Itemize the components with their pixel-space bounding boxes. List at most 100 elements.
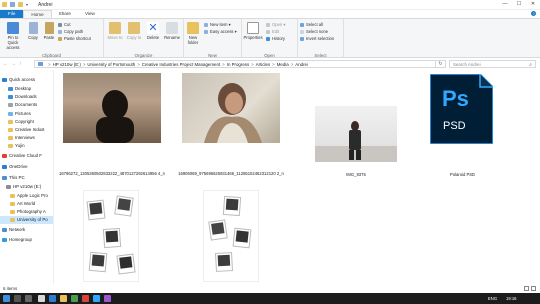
customize-toolbar-icon[interactable]: ▾	[26, 2, 31, 7]
file-thumbnail[interactable]	[63, 73, 161, 143]
breadcrumb-articles[interactable]: Articles	[256, 62, 270, 67]
new-item-button[interactable]: New item ▾	[204, 22, 231, 28]
folder-icon[interactable]	[2, 2, 7, 7]
select-none-button[interactable]: Select none	[300, 29, 328, 35]
sidebar-item[interactable]: Documents	[0, 101, 53, 109]
sidebar-item[interactable]: Apple Logic Pro	[0, 192, 53, 200]
file-explorer-icon[interactable]	[60, 295, 67, 302]
breadcrumb-media[interactable]: Media	[277, 62, 289, 67]
sidebar-item[interactable]: Creative Indust	[0, 126, 53, 134]
clock[interactable]: 19:16	[506, 293, 516, 304]
tab-home[interactable]: Home	[23, 10, 52, 18]
sidebar-item[interactable]: OneDrive	[0, 163, 53, 171]
app-icon[interactable]	[104, 295, 111, 302]
copy-to-button[interactable]: Copy to	[125, 22, 143, 40]
sidebar-item[interactable]: Photography A	[0, 208, 53, 216]
paste-shortcut-button[interactable]: Paste shortcut	[58, 36, 91, 42]
sidebar-item[interactable]: Quick access	[0, 76, 53, 84]
file-name[interactable]: Polaroid PSD	[415, 172, 510, 178]
sidebar-item[interactable]: University of Po	[0, 216, 53, 224]
new-folder-label: New folder	[187, 35, 199, 45]
rename-button[interactable]: Rename	[163, 22, 181, 40]
tab-share[interactable]: Share	[52, 10, 78, 18]
properties-button[interactable]: Properties	[242, 22, 264, 40]
new-item-icon	[204, 23, 208, 27]
address-bar[interactable]: > HP v210w (E:) > University of Portsmou…	[34, 60, 436, 68]
task-view-icon[interactable]	[25, 295, 32, 302]
history-button[interactable]: History	[266, 36, 285, 42]
sidebar-item[interactable]: Pictures	[0, 110, 53, 118]
file-name[interactable]: IMG_9375	[302, 172, 410, 178]
search-input[interactable]: Search Andrei ⌕	[449, 60, 536, 68]
sidebar-item[interactable]: Desktop	[0, 85, 53, 93]
large-icons-view-icon[interactable]	[531, 286, 536, 291]
copy-path-button[interactable]: Copy path	[58, 29, 83, 35]
open-icon	[266, 23, 270, 27]
breadcrumb-drive[interactable]: HP v210w (E:)	[53, 62, 81, 67]
details-view-icon[interactable]	[524, 286, 529, 291]
close-button[interactable]: ✕	[526, 0, 540, 9]
sidebar-item-label: Art World	[17, 201, 36, 206]
open-button[interactable]: Open ▾	[266, 22, 286, 28]
sidebar-item[interactable]: Copyright	[0, 118, 53, 126]
photoshop-file-icon[interactable]: Ps PSD	[429, 73, 494, 145]
minimize-button[interactable]: —	[498, 0, 512, 9]
select-all-button[interactable]: Select all	[300, 22, 323, 28]
breadcrumb-in-progress[interactable]: In Progress	[227, 62, 249, 67]
sidebar-item-label: Network	[9, 227, 26, 232]
folder-icon	[8, 128, 13, 132]
sidebar-item[interactable]: Creative Cloud F	[0, 152, 53, 160]
invert-selection-button[interactable]: Invert selection	[300, 36, 334, 42]
file-thumbnail[interactable]	[83, 190, 139, 282]
sidebar-item[interactable]: This PC	[0, 174, 53, 182]
tab-file[interactable]: File	[0, 10, 24, 18]
back-button[interactable]: ←	[3, 61, 8, 67]
cut-button[interactable]: Cut	[58, 22, 71, 28]
app-icon[interactable]	[71, 295, 78, 302]
forward-button[interactable]: →	[11, 61, 16, 67]
search-icon[interactable]	[14, 295, 21, 302]
new-folder-button[interactable]: New folder	[184, 22, 202, 45]
file-name[interactable]: 16906069_975696625931466_112851024623121…	[174, 171, 288, 177]
file-thumbnail[interactable]	[182, 73, 280, 143]
language-indicator[interactable]: ENG	[488, 293, 497, 304]
edge-icon[interactable]	[49, 295, 56, 302]
file-thumbnail[interactable]	[315, 106, 397, 162]
sidebar-item[interactable]: Network	[0, 226, 53, 234]
properties-icon[interactable]	[10, 2, 15, 7]
breadcrumb-university[interactable]: University of Portsmouth	[87, 62, 135, 67]
up-button[interactable]: ↑	[19, 61, 22, 67]
file-name[interactable]: 16796272_1305360502833222_48701272926149…	[55, 171, 169, 177]
select-none-label: Select none	[306, 29, 329, 34]
breadcrumb-project-management[interactable]: Creative Industries Project Management	[142, 62, 220, 67]
paste-button[interactable]: Paste	[42, 22, 56, 40]
sidebar-item[interactable]: Art World	[0, 200, 53, 208]
pin-to-quick-access-button[interactable]: Pin to Quick access	[2, 22, 24, 50]
start-icon[interactable]	[3, 295, 10, 302]
sidebar-item[interactable]: HP v210w (E:)	[0, 183, 53, 191]
app-icon[interactable]	[38, 295, 45, 302]
delete-icon: ✕	[147, 22, 159, 34]
tab-view[interactable]: View	[78, 10, 102, 18]
sidebar-item[interactable]: Homegroup	[0, 236, 53, 244]
move-to-button[interactable]: Move to	[106, 22, 124, 40]
file-thumbnail[interactable]	[203, 190, 259, 282]
sidebar-item[interactable]: Interviews	[0, 134, 53, 142]
photoshop-taskbar-icon[interactable]	[93, 295, 100, 302]
paste-icon	[44, 22, 54, 34]
sidebar-item[interactable]: Downloads	[0, 93, 53, 101]
maximize-button[interactable]: ☐	[512, 0, 526, 9]
sidebar-item[interactable]: Yujin	[0, 142, 53, 150]
app-icon[interactable]	[82, 295, 89, 302]
help-icon[interactable]: ?	[531, 11, 536, 16]
delete-button[interactable]: ✕ Delete	[144, 22, 162, 40]
easy-access-button[interactable]: Easy access ▾	[204, 29, 237, 35]
copy-button[interactable]: Copy	[26, 22, 40, 40]
folder-icon	[10, 210, 15, 214]
breadcrumb-andrei[interactable]: Andrei	[295, 62, 308, 67]
folder-icon	[8, 144, 13, 148]
edit-button[interactable]: Edit	[266, 29, 279, 35]
properties-label: Properties	[243, 35, 263, 40]
refresh-button[interactable]: ↻	[436, 60, 446, 68]
new-folder-icon[interactable]	[18, 2, 23, 7]
